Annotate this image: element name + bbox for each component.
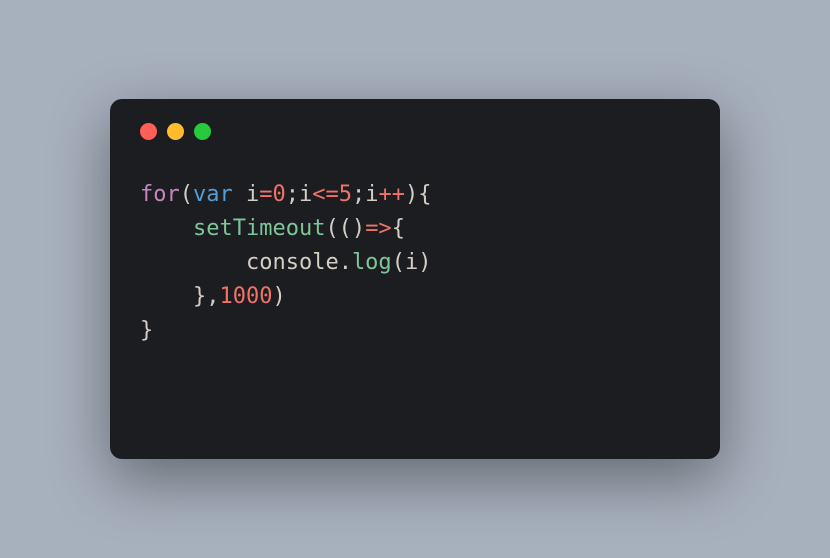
- token-var: var: [193, 182, 233, 207]
- token-punct: (: [180, 182, 193, 207]
- token-ident: i: [246, 182, 259, 207]
- token-punct: },: [140, 284, 219, 309]
- token-ident: i: [299, 182, 312, 207]
- token-punct: [233, 182, 246, 207]
- token-method: log: [352, 250, 392, 275]
- token-punct: ): [272, 284, 285, 309]
- minimize-icon[interactable]: [167, 123, 184, 140]
- token-punct: ;: [286, 182, 299, 207]
- token-punct: ;: [352, 182, 365, 207]
- token-op: =: [259, 182, 272, 207]
- token-kw: for: [140, 182, 180, 207]
- token-obj: console: [246, 250, 339, 275]
- token-num: 5: [339, 182, 352, 207]
- close-icon[interactable]: [140, 123, 157, 140]
- token-op: <=: [312, 182, 339, 207]
- maximize-icon[interactable]: [194, 123, 211, 140]
- token-ident: i: [405, 250, 418, 275]
- token-punct: [140, 216, 193, 241]
- token-punct: [140, 250, 246, 275]
- token-op: ++: [379, 182, 406, 207]
- token-punct: ): [418, 250, 431, 275]
- token-op: =>: [365, 216, 392, 241]
- token-ident: i: [365, 182, 378, 207]
- window-titlebar: [140, 123, 690, 140]
- token-punct: ){: [405, 182, 432, 207]
- token-punct: {: [392, 216, 405, 241]
- token-punct: ((): [325, 216, 365, 241]
- token-punct: }: [140, 318, 153, 343]
- code-snippet: for(var i=0;i<=5;i++){ setTimeout(()=>{ …: [140, 178, 690, 348]
- token-num: 0: [273, 182, 286, 207]
- code-window: for(var i=0;i<=5;i++){ setTimeout(()=>{ …: [110, 99, 720, 459]
- token-fn: setTimeout: [193, 216, 325, 241]
- token-punct: .: [339, 250, 352, 275]
- token-punct: (: [392, 250, 405, 275]
- token-num: 1000: [219, 284, 272, 309]
